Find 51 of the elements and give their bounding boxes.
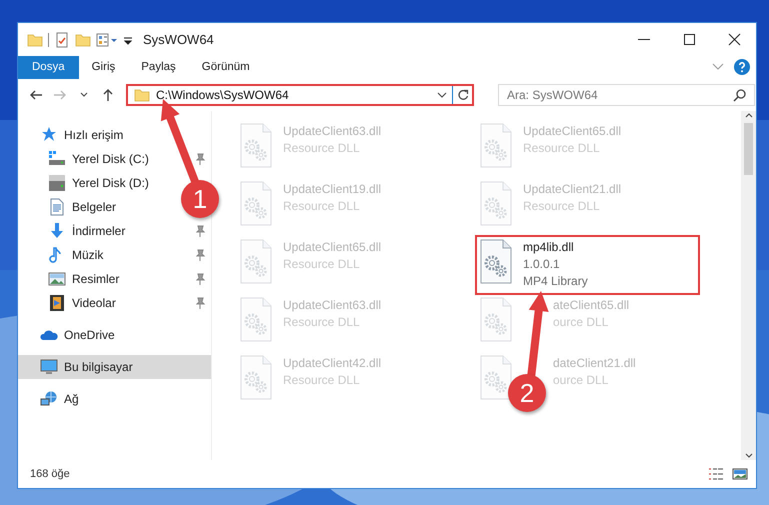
sidebar-item[interactable]: OneDrive bbox=[64, 328, 115, 342]
star-icon bbox=[40, 126, 58, 144]
refresh-icon bbox=[456, 88, 468, 101]
scrollbar-thumb[interactable] bbox=[744, 122, 753, 175]
dll-file-icon[interactable] bbox=[479, 238, 513, 285]
picture-icon bbox=[48, 270, 66, 288]
drive-icon bbox=[48, 150, 66, 168]
maximize-icon bbox=[682, 32, 696, 46]
file-description: MP4 Library bbox=[523, 272, 588, 290]
folder-icon bbox=[134, 86, 150, 103]
new-folder-icon[interactable] bbox=[75, 32, 91, 48]
file-version: 1.0.0.1 bbox=[523, 256, 561, 273]
sidebar-item[interactable]: Yerel Disk (D:) bbox=[72, 176, 149, 190]
sidebar-item[interactable]: Videolar bbox=[72, 296, 116, 310]
expand-ribbon-icon[interactable] bbox=[712, 62, 724, 72]
network-icon bbox=[40, 390, 58, 408]
download-arrow-icon bbox=[48, 222, 66, 240]
sidebar-item[interactable]: Yerel Disk (C:) bbox=[72, 152, 149, 166]
close-icon bbox=[726, 32, 740, 46]
sidebar-item[interactable]: Resimler bbox=[72, 272, 120, 286]
vertical-scrollbar[interactable] bbox=[741, 110, 756, 460]
film-icon bbox=[48, 294, 66, 312]
drive-icon bbox=[48, 174, 66, 192]
view-options-icon[interactable] bbox=[96, 32, 118, 48]
details-view-icon[interactable] bbox=[708, 467, 724, 482]
ribbon-tab[interactable]: Paylaş bbox=[128, 56, 189, 79]
document-icon bbox=[48, 198, 66, 216]
sidebar-item[interactable]: Hızlı erişim bbox=[64, 128, 124, 142]
file-menu-button[interactable]: Dosya bbox=[18, 56, 79, 79]
file-name[interactable]: mp4lib.dll bbox=[523, 238, 588, 256]
address-path: C:\Windows\SysWOW64 bbox=[156, 88, 290, 102]
sidebar-item[interactable]: Bu bilgisayar bbox=[64, 360, 133, 374]
sidebar-item-highlight[interactable]: Bu bilgisayar bbox=[18, 354, 211, 379]
caret-icon bbox=[437, 90, 447, 99]
sidebar-item[interactable]: Müzik bbox=[72, 248, 104, 262]
window-title: SysWOW64 bbox=[143, 32, 214, 47]
search-icon[interactable] bbox=[733, 88, 747, 102]
sidebar-item[interactable]: Belgeler bbox=[72, 200, 116, 214]
item-count: 168 öğe bbox=[30, 468, 70, 480]
large-icons-view-icon[interactable] bbox=[732, 467, 748, 482]
help-icon[interactable] bbox=[734, 59, 750, 76]
properties-icon[interactable] bbox=[54, 32, 70, 48]
folder-icon[interactable] bbox=[27, 32, 43, 48]
sidebar-item[interactable]: Ağ bbox=[64, 392, 79, 406]
computer-icon bbox=[40, 358, 58, 376]
sidebar-item[interactable]: İndirmeler bbox=[72, 224, 126, 238]
ribbon-tab[interactable]: Görünüm bbox=[188, 56, 263, 79]
address-bar[interactable]: C:\Windows\SysWOW64 bbox=[126, 84, 474, 106]
minimize-icon bbox=[638, 39, 650, 40]
search-field[interactable]: Ara: SysWOW64 bbox=[498, 84, 755, 106]
ribbon-tab[interactable]: Giriş bbox=[78, 56, 128, 79]
